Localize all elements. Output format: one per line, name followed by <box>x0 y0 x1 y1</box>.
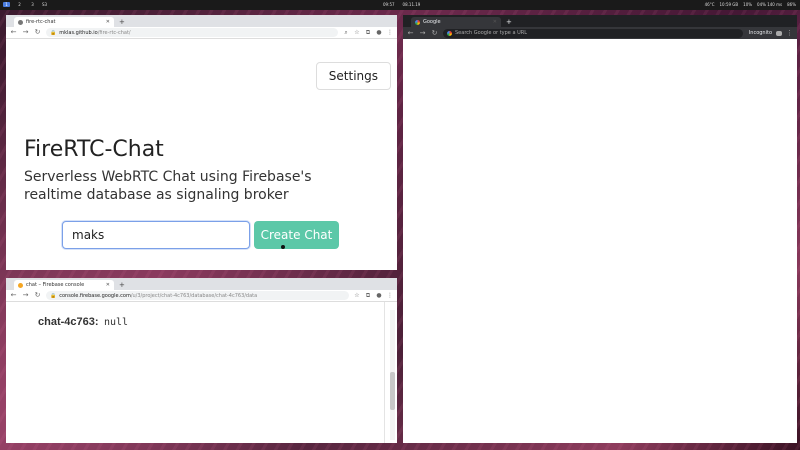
menu-dots-icon[interactable]: ⋮ <box>387 292 393 299</box>
create-chat-button[interactable]: Create Chat <box>254 221 339 249</box>
google-favicon-icon <box>415 19 420 25</box>
url-path: /fire-rtc-chat/ <box>97 29 131 36</box>
tab-strip: chat – Firebase console ✕ + <box>6 278 397 290</box>
back-arrow-icon[interactable]: ← <box>407 29 414 38</box>
close-tab-icon[interactable]: ✕ <box>106 282 110 288</box>
google-g-icon <box>447 30 452 36</box>
top-panel: 1 2 3 S3 09:57 08.11.19 46°C 10:59 GB 10… <box>0 0 800 10</box>
menu-dots-icon[interactable]: ⋮ <box>387 29 393 36</box>
firebase-favicon-icon <box>18 282 23 288</box>
reload-icon[interactable]: ↻ <box>34 28 41 37</box>
url-host: mklas.github.io <box>59 29 98 36</box>
omnibox-placeholder: Search Google or type a URL <box>455 30 528 36</box>
account-icon[interactable]: ● <box>376 29 382 36</box>
page-subtitle: Serverless WebRTC Chat using Firebase's … <box>24 169 312 203</box>
panel-volume: 04% 140 ms <box>757 2 783 7</box>
tab-title: fire-rtc-chat <box>26 19 56 25</box>
panel-net: 10% <box>743 2 753 7</box>
panel-cpu: 46°C <box>704 2 715 7</box>
incognito-indicator[interactable]: Incognito ⋮ <box>749 29 793 38</box>
omnibox[interactable]: Search Google or type a URL <box>443 28 743 38</box>
new-tab-icon[interactable]: + <box>506 17 512 27</box>
browser-window-firebase: chat – Firebase console ✕ + ← → ↻ 🔒 cons… <box>6 278 397 443</box>
browser-window-incognito: Google ✕ + ← → ↻ Search Google or type a… <box>403 15 797 443</box>
chat-name-input[interactable]: maks <box>62 221 250 249</box>
panel-time: 09:57 <box>383 2 395 7</box>
forward-arrow-icon[interactable]: → <box>22 291 29 300</box>
star-icon[interactable]: ☆ <box>354 29 360 36</box>
panel-divider <box>384 302 385 443</box>
back-arrow-icon[interactable]: ← <box>10 28 17 37</box>
reload-icon[interactable]: ↻ <box>431 29 438 38</box>
address-bar: ← → ↻ 🔒 console.firebase.google.com/u/3/… <box>6 290 397 302</box>
address-bar: ← → ↻ Search Google or type a URL Incogn… <box>403 27 797 39</box>
close-tab-icon[interactable]: ✕ <box>493 19 497 25</box>
url-field[interactable]: 🔒 console.firebase.google.com/u/3/projec… <box>46 291 349 300</box>
menu-dots-icon[interactable]: ⋮ <box>786 29 793 38</box>
close-tab-icon[interactable]: ✕ <box>106 19 110 25</box>
workspace-switcher: 1 2 3 S3 <box>3 2 47 7</box>
workspace-3[interactable]: 3 <box>29 2 36 7</box>
panel-status-area: 46°C 10:59 GB 10% 04% 140 ms 86% <box>705 2 796 7</box>
account-icon[interactable]: ● <box>376 292 382 299</box>
settings-button[interactable]: Settings <box>315 62 391 90</box>
tab-google[interactable]: Google ✕ <box>411 17 501 27</box>
tab-strip: Google ✕ + <box>403 15 797 27</box>
star-icon[interactable]: ☆ <box>354 292 360 299</box>
url-path: /u/3/project/chat-4c763/database/chat-4c… <box>130 292 258 299</box>
back-arrow-icon[interactable]: ← <box>10 291 17 300</box>
url-host: console.firebase.google.com <box>59 292 131 299</box>
panel-clock: 10:59 GB <box>719 2 739 7</box>
tab-strip: fire-rtc-chat ✕ + <box>6 15 397 27</box>
extension-icon[interactable]: ⧉ <box>365 29 371 37</box>
reload-icon[interactable]: ↻ <box>34 291 41 300</box>
tab-title: chat – Firebase console <box>26 282 85 288</box>
incognito-icon <box>776 30 782 36</box>
panel-battery: 86% <box>787 2 796 7</box>
incognito-label: Incognito <box>748 30 772 36</box>
page-title: FireRTC-Chat <box>24 137 164 162</box>
tab-firebase-console[interactable]: chat – Firebase console ✕ <box>14 280 114 290</box>
tab-title: Google <box>423 19 441 25</box>
database-viewer: chat-4c763: null <box>6 302 397 443</box>
panel-center: 09:57 08.11.19 <box>383 2 420 7</box>
workspace-1[interactable]: 1 <box>3 2 10 7</box>
address-bar: ← → ↻ 🔒 mklas.github.io/fire-rtc-chat/ ⌕… <box>6 27 397 39</box>
zoom-icon[interactable]: ⌕ <box>343 29 349 37</box>
forward-arrow-icon[interactable]: → <box>419 29 426 38</box>
panel-app-label: S3 <box>42 2 48 7</box>
browser-window-firertc: fire-rtc-chat ✕ + ← → ↻ 🔒 mklas.github.i… <box>6 15 397 270</box>
lock-icon: 🔒 <box>50 292 57 299</box>
new-tab-icon[interactable]: + <box>119 17 125 27</box>
database-value[interactable]: null <box>104 317 128 328</box>
panel-date: 08.11.19 <box>402 2 421 7</box>
github-favicon-icon <box>18 19 23 25</box>
mouse-cursor <box>281 245 285 249</box>
workspace-2[interactable]: 2 <box>16 2 23 7</box>
tab-fire-rtc-chat[interactable]: fire-rtc-chat ✕ <box>14 17 114 27</box>
new-tab-icon[interactable]: + <box>119 280 125 290</box>
scrollbar-thumb[interactable] <box>390 372 395 410</box>
database-key[interactable]: chat-4c763: <box>38 316 99 328</box>
lock-icon: 🔒 <box>50 29 57 36</box>
extension-icon[interactable]: ⧉ <box>365 292 371 300</box>
forward-arrow-icon[interactable]: → <box>22 28 29 37</box>
url-field[interactable]: 🔒 mklas.github.io/fire-rtc-chat/ <box>46 28 338 37</box>
